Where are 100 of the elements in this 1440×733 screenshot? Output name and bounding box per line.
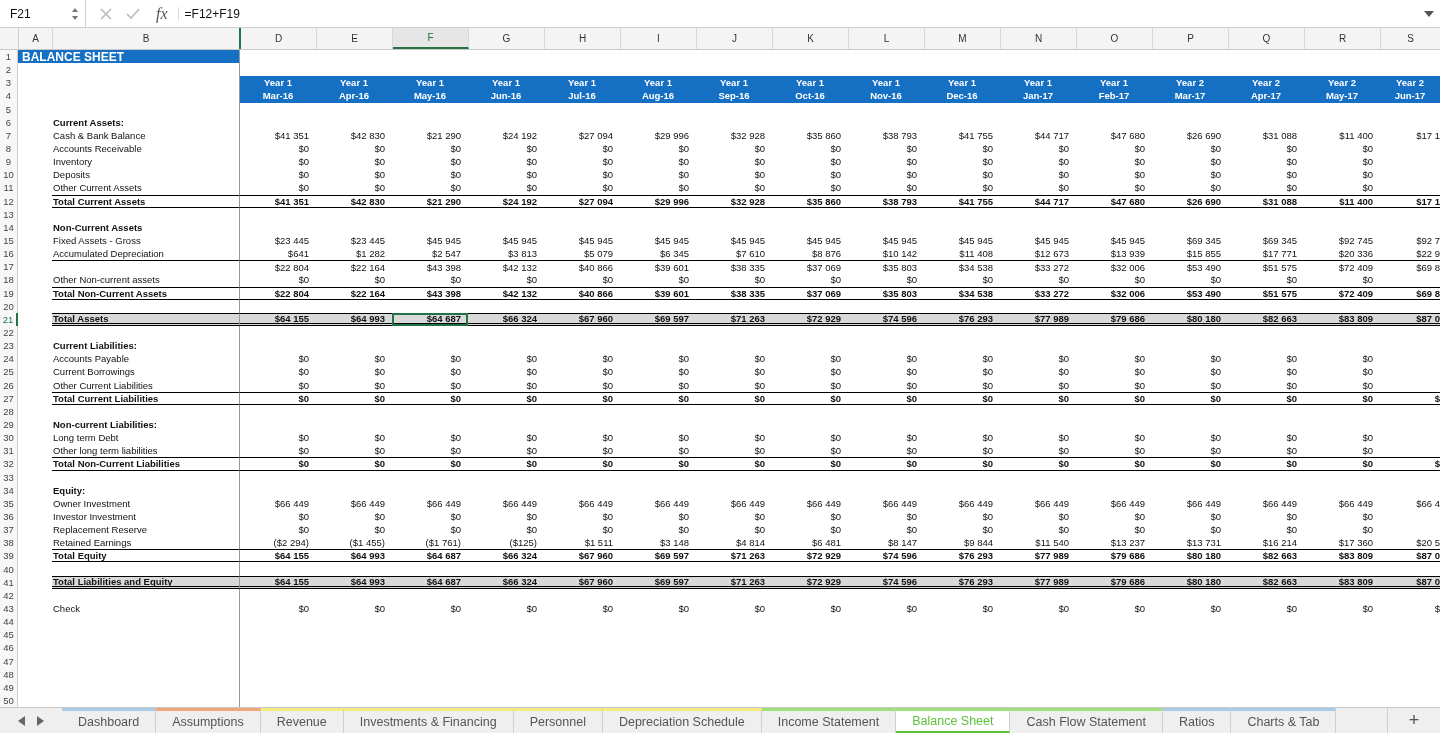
- table-cell-text: $0: [829, 523, 842, 537]
- row-number[interactable]: 3: [0, 76, 18, 90]
- table-cell-text: $0: [829, 431, 842, 445]
- row-number[interactable]: 10: [0, 168, 18, 182]
- row-number[interactable]: 30: [0, 431, 18, 445]
- row-number[interactable]: 11: [0, 181, 18, 195]
- table-cell-text: $0: [601, 155, 614, 169]
- table-cell-text: $92 745: [1337, 234, 1374, 248]
- column-header[interactable]: S: [1381, 28, 1440, 49]
- row-number[interactable]: 46: [0, 641, 18, 655]
- column-header[interactable]: P: [1153, 28, 1229, 49]
- column-header[interactable]: O: [1077, 28, 1153, 49]
- table-cell-text: $0: [1285, 352, 1298, 366]
- column-header[interactable]: N: [1001, 28, 1077, 49]
- period-header: Apr-17: [1228, 89, 1304, 103]
- row-number[interactable]: 17: [0, 260, 18, 274]
- row-number[interactable]: 37: [0, 523, 18, 537]
- period-header: Year 1: [620, 76, 696, 90]
- row-number[interactable]: 32: [0, 457, 18, 471]
- column-header[interactable]: M: [925, 28, 1001, 49]
- row-number[interactable]: 40: [0, 562, 18, 576]
- table-cell-text: $0: [373, 601, 386, 616]
- sheet-tab[interactable]: Income Statement: [761, 708, 897, 733]
- caret-icon[interactable]: [1424, 10, 1434, 17]
- table-cell-text: $0: [829, 168, 842, 182]
- sheet-tab[interactable]: Assumptions: [156, 708, 261, 733]
- table-cell: $0: [468, 457, 544, 471]
- row-number[interactable]: 31: [0, 444, 18, 458]
- row-number[interactable]: 39: [0, 549, 18, 563]
- column-header[interactable]: J: [697, 28, 773, 49]
- sheet-tab[interactable]: Depreciation Schedule: [602, 708, 762, 733]
- sheet-tab[interactable]: Investments & Financing: [343, 708, 514, 733]
- table-cell-text: $0: [1209, 601, 1222, 616]
- check-icon[interactable]: [126, 7, 140, 20]
- table-cell-text: $44 717: [1033, 128, 1070, 142]
- column-header[interactable]: G: [469, 28, 545, 49]
- table-cell: $0: [392, 457, 468, 471]
- row-number[interactable]: 24: [0, 352, 18, 366]
- row-number[interactable]: 44: [0, 615, 18, 629]
- right-arrow-icon[interactable]: [37, 715, 44, 726]
- column-header[interactable]: K: [773, 28, 849, 49]
- period-header: Year 2: [1152, 76, 1228, 90]
- add-sheet-button[interactable]: +: [1387, 708, 1440, 733]
- row-number[interactable]: 18: [0, 273, 18, 287]
- table-cell-text: $0: [829, 378, 842, 392]
- table-cell-text: $12 673: [1033, 247, 1070, 261]
- row-label: Check: [52, 601, 240, 616]
- row-number[interactable]: 38: [0, 536, 18, 550]
- table-cell-text: $0: [1133, 181, 1146, 195]
- table-cell: $64 993: [316, 575, 392, 589]
- table-cell-text: $45 945: [653, 234, 690, 248]
- row-label: Total Current Liabilities: [52, 391, 240, 405]
- row-number[interactable]: 23: [0, 339, 18, 353]
- table-cell-text: $0: [677, 155, 690, 169]
- table-cell: $87 0: [1380, 575, 1440, 589]
- table-cell-text: $10 142: [881, 247, 918, 261]
- formula-field[interactable]: =F12+F19: [177, 6, 1424, 21]
- sheet-tab[interactable]: Cash Flow Statement: [1010, 708, 1163, 733]
- column-header[interactable]: R: [1305, 28, 1381, 49]
- table-cell-text: $0: [677, 523, 690, 537]
- sheet-tab[interactable]: Charts & Tab: [1231, 708, 1337, 733]
- left-arrow-icon[interactable]: [18, 715, 25, 726]
- table-cell: $80 180: [1152, 575, 1228, 589]
- table-cell-text: $0: [297, 365, 310, 379]
- table-cell-text: $0: [677, 431, 690, 445]
- table-cell-text: $0: [1285, 365, 1298, 379]
- row-number[interactable]: 25: [0, 365, 18, 379]
- table-cell: $82 663: [1228, 575, 1304, 589]
- column-header[interactable]: F: [393, 28, 469, 49]
- table-cell: $0: [316, 457, 392, 471]
- name-box[interactable]: F21: [0, 0, 86, 27]
- sheet-tab[interactable]: Ratios: [1163, 708, 1232, 733]
- table-cell-text: $0: [677, 142, 690, 156]
- row-label: Fixed Assets - Gross: [52, 233, 240, 248]
- row-number[interactable]: 47: [0, 654, 18, 668]
- column-header[interactable]: H: [545, 28, 621, 49]
- period-header: Year 2: [1380, 76, 1440, 90]
- table-cell: $21 290: [392, 194, 468, 208]
- table-cell-text: $45 945: [957, 234, 994, 248]
- row-number[interactable]: 9: [0, 155, 18, 169]
- column-header[interactable]: I: [621, 28, 697, 49]
- row-label: Accumulated Depreciation: [52, 247, 240, 261]
- row-number[interactable]: 4: [0, 89, 18, 103]
- column-header[interactable]: Q: [1229, 28, 1305, 49]
- row-number[interactable]: 2: [0, 63, 18, 77]
- row-number[interactable]: 45: [0, 628, 18, 642]
- table-cell: $42 132: [468, 260, 544, 274]
- function-button[interactable]: fx: [156, 4, 168, 23]
- table-cell: $64 993: [316, 549, 392, 563]
- row-number[interactable]: 1: [0, 50, 18, 64]
- sheet-tab[interactable]: Revenue: [260, 708, 344, 733]
- column-header[interactable]: L: [849, 28, 925, 49]
- table-cell-text: $0: [297, 444, 310, 458]
- table-cell-text: $0: [449, 352, 462, 366]
- table-cell-text: $0: [677, 378, 690, 392]
- column-header[interactable]: D: [241, 28, 317, 49]
- sheet-tab[interactable]: Dashboard: [62, 708, 157, 733]
- row-number[interactable]: 16: [0, 247, 18, 261]
- column-header[interactable]: A: [19, 28, 53, 49]
- sheet-tab[interactable]: Personnel: [513, 708, 603, 733]
